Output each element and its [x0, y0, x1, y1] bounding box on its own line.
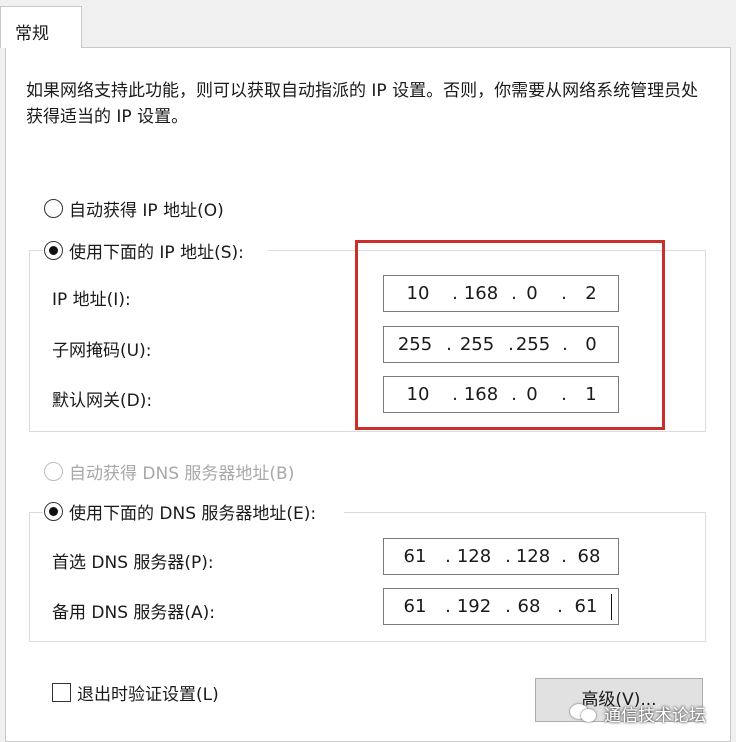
- validate-on-exit[interactable]: 退出时验证设置(L): [52, 680, 219, 705]
- highlight-frame: [355, 240, 665, 430]
- tab-strip: [0, 0, 736, 46]
- text-caret: [611, 594, 612, 620]
- pdns-octet-4: 68: [577, 546, 601, 567]
- radio-auto-ip-label: 自动获得 IP 地址(O): [69, 201, 224, 221]
- radio-auto-dns-indicator: [44, 462, 63, 481]
- adns-octet-3: 68: [517, 596, 541, 617]
- alternate-dns-input[interactable]: 61 . 192 . 68 . 61: [383, 588, 619, 625]
- radio-manual-ip-indicator[interactable]: [44, 241, 63, 260]
- pdns-octet-1: 61: [403, 546, 427, 567]
- radio-manual-dns[interactable]: 使用下面的 DNS 服务器地址(E):: [44, 499, 316, 524]
- gateway-label: 默认网关(D):: [52, 391, 153, 411]
- radio-auto-dns-label: 自动获得 DNS 服务器地址(B): [69, 464, 295, 484]
- description-text: 如果网络支持此功能，则可以获取自动指派的 IP 设置。否则，你需要从网络系统管理…: [26, 81, 699, 127]
- wechat-icon: [570, 702, 598, 724]
- ip-address-label: IP 地址(I):: [52, 290, 131, 310]
- adns-octet-1: 61: [403, 596, 427, 617]
- radio-manual-ip-label: 使用下面的 IP 地址(S):: [69, 243, 244, 263]
- radio-auto-dns: 自动获得 DNS 服务器地址(B): [44, 459, 294, 484]
- radio-manual-dns-label: 使用下面的 DNS 服务器地址(E):: [69, 504, 317, 524]
- radio-auto-ip-indicator[interactable]: [44, 199, 63, 218]
- pdns-octet-3: 128: [515, 546, 551, 567]
- watermark: 通信技术论坛: [570, 700, 706, 726]
- preferred-dns-input[interactable]: 61 . 128 . 128 . 68: [383, 538, 619, 575]
- validate-label: 退出时验证设置(L): [77, 685, 219, 705]
- watermark-text: 通信技术论坛: [604, 705, 706, 726]
- subnet-mask-label: 子网掩码(U):: [52, 341, 152, 361]
- tab-general[interactable]: 常规: [0, 6, 82, 48]
- radio-auto-ip[interactable]: 自动获得 IP 地址(O): [44, 196, 224, 221]
- validate-checkbox[interactable]: [52, 683, 71, 702]
- radio-manual-dns-indicator[interactable]: [44, 502, 63, 521]
- adns-octet-2: 192: [456, 596, 492, 617]
- adns-octet-4: 61: [574, 596, 598, 617]
- preferred-dns-label: 首选 DNS 服务器(P):: [52, 553, 214, 573]
- alternate-dns-label: 备用 DNS 服务器(A):: [52, 603, 216, 623]
- radio-manual-ip[interactable]: 使用下面的 IP 地址(S):: [44, 238, 244, 263]
- pdns-octet-2: 128: [456, 546, 492, 567]
